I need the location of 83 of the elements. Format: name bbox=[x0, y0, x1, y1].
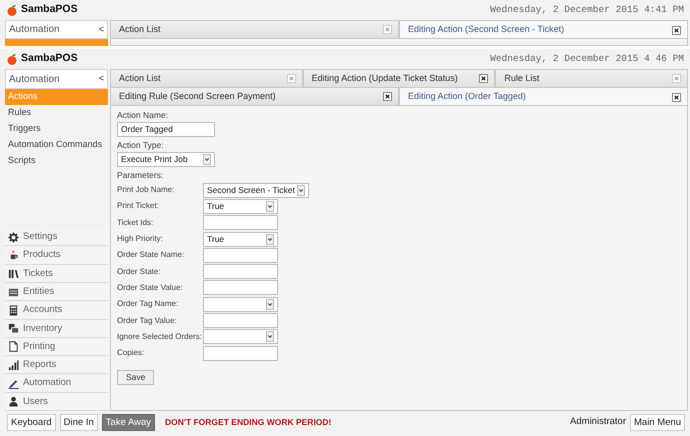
field-label: Ticket Ids: bbox=[117, 216, 154, 229]
module-header[interactable]: Automation < bbox=[5, 69, 108, 89]
select-field[interactable]: True bbox=[203, 198, 278, 214]
collapse-glyph[interactable]: < bbox=[98, 72, 104, 86]
chevron-icon bbox=[203, 154, 211, 165]
tab[interactable]: Editing Action (Order Tagged) bbox=[399, 87, 688, 106]
field-label: Order State Value: bbox=[117, 282, 184, 294]
field-label: Order Tag Value: bbox=[117, 314, 178, 327]
section-label: Parameters: bbox=[117, 169, 164, 182]
field-label: Action Type: bbox=[117, 139, 165, 152]
select-field[interactable]: Second Screen - Ticket bbox=[203, 182, 309, 198]
date-time: Wednesday, 2 December 2015 4 46 PM bbox=[490, 52, 684, 66]
text-field[interactable] bbox=[203, 248, 278, 263]
bar-chart-icon bbox=[8, 360, 19, 371]
menu-item[interactable]: Automation bbox=[5, 375, 108, 393]
close-icon[interactable] bbox=[672, 92, 681, 102]
select-field[interactable] bbox=[203, 329, 278, 344]
chevron-icon bbox=[266, 331, 274, 342]
sidebar-item[interactable]: Scripts bbox=[5, 153, 108, 169]
select-field[interactable] bbox=[203, 296, 278, 312]
menu-item[interactable]: Reports bbox=[5, 357, 108, 374]
menu-item[interactable]: Settings bbox=[5, 229, 108, 246]
select-field[interactable]: Execute Print Job bbox=[117, 152, 215, 167]
chevron-icon bbox=[266, 200, 274, 212]
save-button[interactable]: Save bbox=[117, 370, 154, 386]
footer-button[interactable]: Keyboard bbox=[7, 414, 56, 430]
footer-button[interactable]: Take Away bbox=[102, 414, 156, 430]
date-time: Wednesday, 2 December 2015 4:41 PM bbox=[490, 2, 684, 17]
close-icon[interactable] bbox=[672, 26, 681, 34]
pen-icon bbox=[8, 378, 19, 390]
warning-message: DON'T FORGET ENDING WORK PERIOD! bbox=[165, 416, 332, 428]
close-icon[interactable] bbox=[479, 74, 488, 83]
document-icon bbox=[8, 341, 19, 352]
tab[interactable]: Editing Rule (Second Screen Payment) bbox=[110, 87, 399, 105]
menu-item[interactable]: Inventory bbox=[5, 320, 108, 338]
chevron-icon bbox=[266, 234, 274, 245]
tab[interactable]: Editing Action (Update Ticket Status) bbox=[302, 69, 496, 87]
collapse-glyph[interactable]: < bbox=[98, 22, 104, 36]
footer-button[interactable]: Dine In bbox=[60, 414, 98, 430]
tab[interactable]: Editing Action (Second Screen - Ticket) bbox=[399, 20, 688, 39]
person-icon bbox=[8, 396, 19, 408]
field-label: Print Ticket: bbox=[117, 200, 160, 212]
main-menu-button[interactable]: Main Menu bbox=[630, 414, 685, 430]
sidebar-item[interactable]: Triggers bbox=[5, 121, 108, 137]
field-label: High Priority: bbox=[117, 233, 164, 246]
close-icon[interactable] bbox=[383, 92, 392, 101]
field-label: Order State: bbox=[117, 266, 162, 278]
sidebar-item[interactable]: Automation Commands bbox=[5, 137, 108, 153]
logo-icon bbox=[6, 4, 18, 16]
text-field[interactable] bbox=[203, 346, 278, 361]
text-field[interactable] bbox=[203, 313, 278, 328]
field-label: Order State Name: bbox=[117, 249, 186, 262]
text-field[interactable] bbox=[203, 215, 278, 230]
chevron-icon bbox=[296, 184, 305, 196]
menu-item[interactable]: Accounts bbox=[5, 302, 108, 320]
field-label: Ignore Selected Orders: bbox=[117, 330, 203, 343]
tab[interactable]: Action List bbox=[110, 20, 399, 38]
select-field[interactable]: True bbox=[203, 232, 278, 247]
books-icon bbox=[8, 268, 19, 280]
text-field[interactable]: Order Tagged bbox=[117, 122, 215, 137]
chevron-icon bbox=[266, 298, 274, 310]
app-name: SambaPOS bbox=[21, 2, 78, 18]
calculator-icon bbox=[8, 304, 19, 316]
field-label: Order Tag Name: bbox=[117, 298, 180, 310]
menu-item[interactable]: Users bbox=[5, 394, 108, 411]
field-label: Copies: bbox=[117, 347, 146, 360]
menu-item[interactable]: Products bbox=[5, 247, 108, 265]
module-header[interactable]: Automation < bbox=[5, 20, 108, 39]
gear-icon bbox=[8, 232, 19, 243]
boxes-icon bbox=[8, 323, 19, 334]
tab[interactable]: Rule List bbox=[495, 69, 688, 87]
logo-icon bbox=[6, 53, 18, 65]
card-icon bbox=[8, 286, 19, 298]
cup-icon bbox=[8, 250, 19, 261]
app-name: SambaPOS bbox=[21, 51, 78, 66]
menu-item[interactable]: Printing bbox=[5, 338, 108, 356]
field-label: Print Job Name: bbox=[117, 184, 176, 196]
sidebar-item[interactable]: Rules bbox=[5, 105, 108, 121]
user-name: Administrator bbox=[570, 414, 626, 429]
tab[interactable]: Action List bbox=[110, 69, 303, 87]
text-field[interactable] bbox=[203, 264, 278, 280]
text-field[interactable] bbox=[203, 280, 278, 296]
field-label: Action Name: bbox=[117, 109, 170, 122]
